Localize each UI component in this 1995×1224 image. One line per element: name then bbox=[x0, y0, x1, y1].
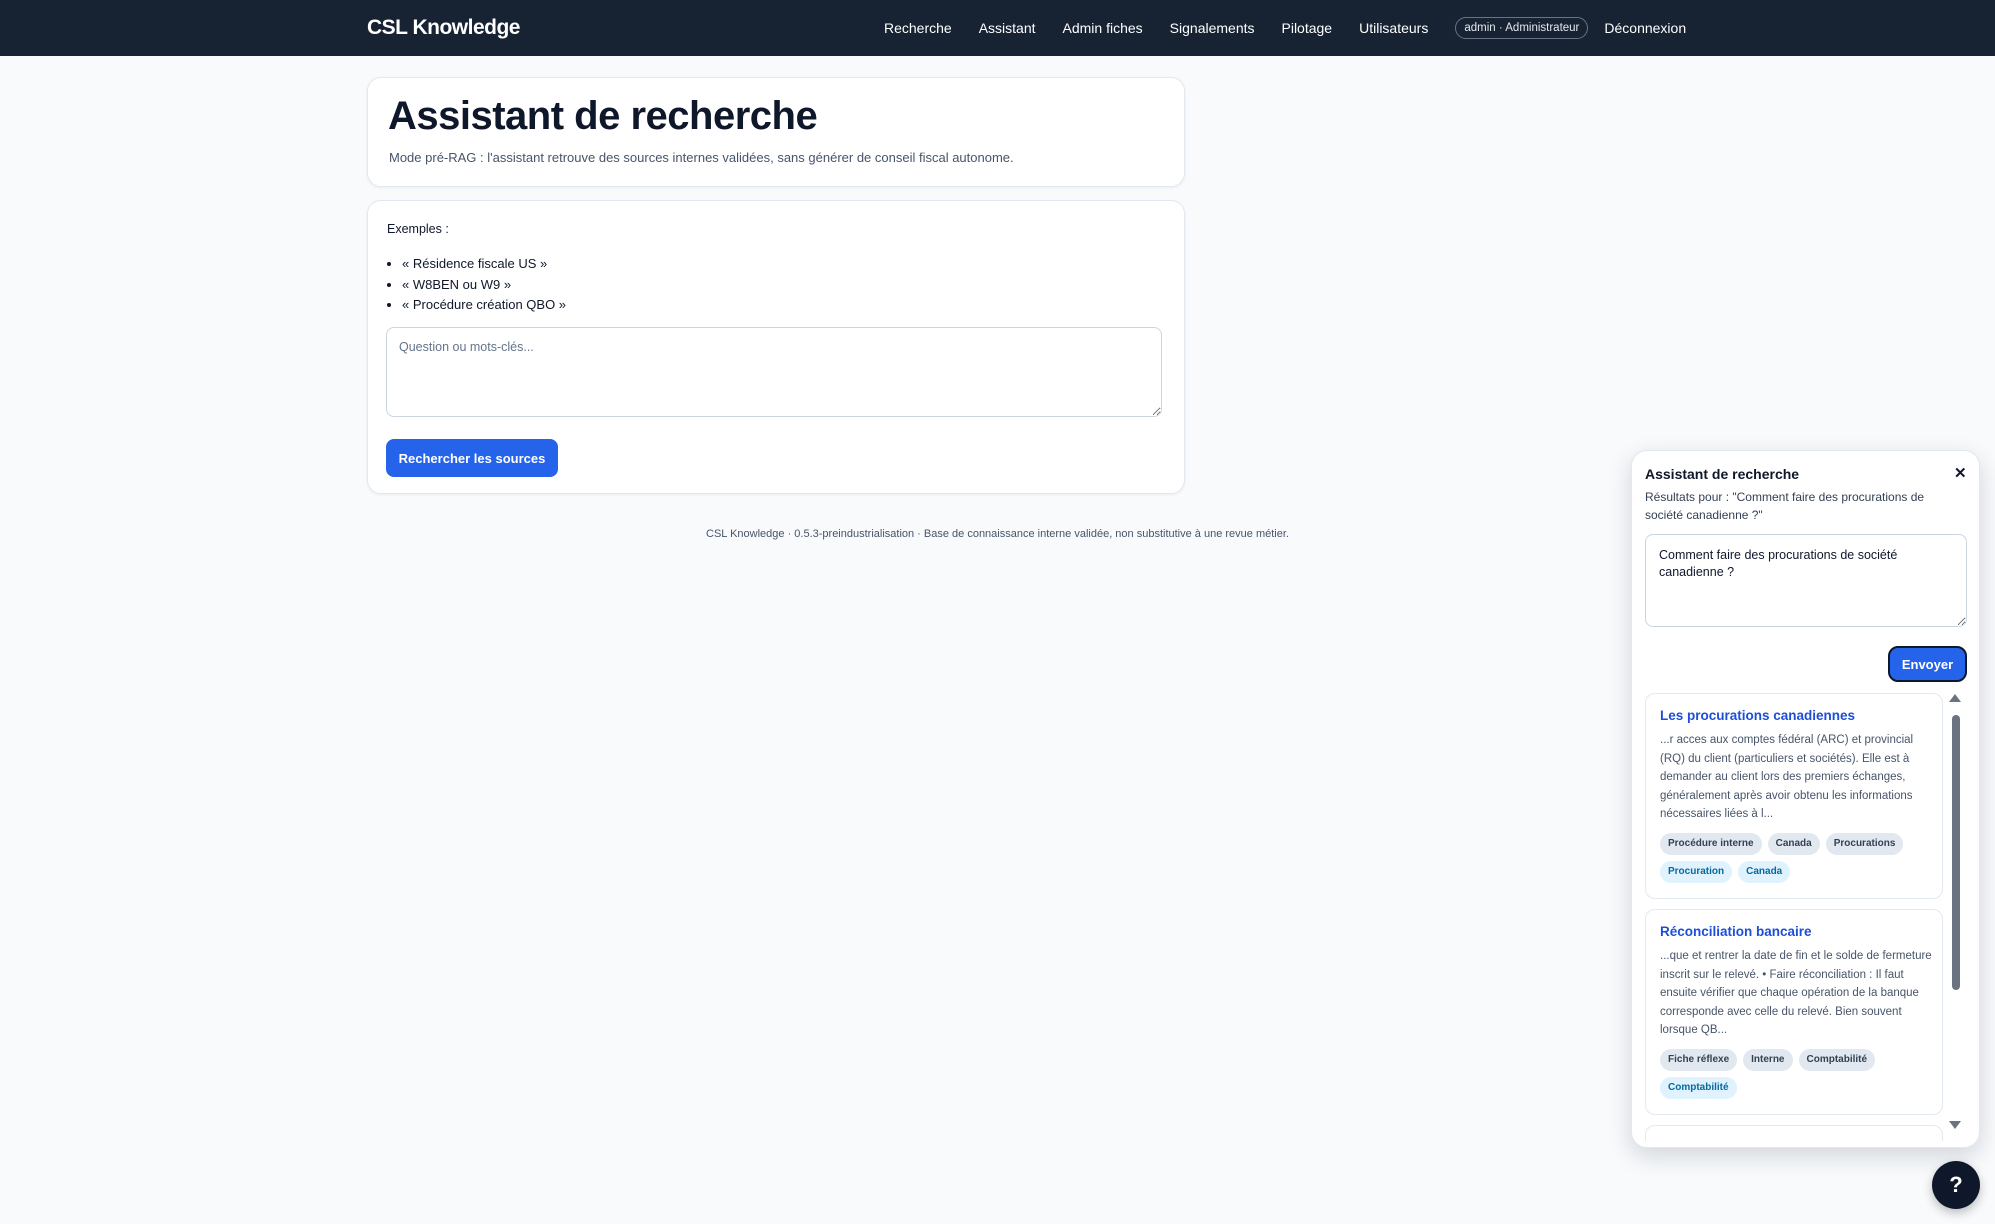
result-tags: Fiche réflexe Interne Comptabilité Compt… bbox=[1660, 1049, 1936, 1099]
result-tags: Procédure interne Canada Procurations Pr… bbox=[1660, 833, 1936, 883]
widget-title: Assistant de recherche bbox=[1645, 466, 1800, 482]
widget-query-input[interactable]: Comment faire des procurations de sociét… bbox=[1645, 534, 1967, 627]
widget-results-list: Les procurations canadiennes ...r acces … bbox=[1645, 693, 1945, 1141]
examples-label: Exemples : bbox=[387, 222, 449, 236]
result-excerpt: ...r acces aux comptes fédéral (ARC) et … bbox=[1660, 734, 1914, 820]
search-form-card: Exemples : « Résidence fiscale US » « W8… bbox=[367, 200, 1185, 494]
tag-badge: Interne bbox=[1743, 1049, 1793, 1071]
tag-badge: Comptabilité bbox=[1660, 1077, 1737, 1099]
result-card[interactable]: Réconciliation bancaire ...que et rentre… bbox=[1645, 909, 1943, 1115]
query-input[interactable] bbox=[386, 327, 1162, 417]
scrollbar-thumb[interactable] bbox=[1952, 715, 1960, 990]
user-badge: admin · Administrateur bbox=[1455, 17, 1589, 39]
examples-list: « Résidence fiscale US » « W8BEN ou W9 »… bbox=[387, 254, 566, 316]
page-title: Assistant de recherche bbox=[388, 94, 818, 138]
tag-badge: Canada bbox=[1767, 833, 1820, 855]
tag-badge: Fiche réflexe bbox=[1660, 1049, 1738, 1071]
close-icon[interactable]: ✕ bbox=[1954, 464, 1967, 482]
example-item: « W8BEN ou W9 » bbox=[402, 275, 566, 296]
result-card[interactable] bbox=[1645, 1125, 1943, 1141]
result-title[interactable]: Les procurations canadiennes bbox=[1660, 708, 1855, 723]
nav-item-utilisateurs[interactable]: Utilisateurs bbox=[1359, 20, 1428, 36]
search-sources-button[interactable]: Rechercher les sources bbox=[386, 439, 558, 477]
result-title[interactable]: Réconciliation bancaire bbox=[1660, 924, 1812, 939]
page-subtitle: Mode pré-RAG : l'assistant retrouve des … bbox=[389, 150, 1014, 165]
tag-badge: Procurations bbox=[1825, 833, 1904, 855]
send-button[interactable]: Envoyer bbox=[1888, 646, 1967, 682]
scroll-up-arrow-icon[interactable] bbox=[1949, 694, 1961, 702]
assistant-widget: Assistant de recherche ✕ Résultats pour … bbox=[1631, 450, 1980, 1148]
nav-item-admin-fiches[interactable]: Admin fiches bbox=[1063, 20, 1143, 36]
logout-link[interactable]: Déconnexion bbox=[1604, 20, 1686, 36]
scroll-down-arrow-icon[interactable] bbox=[1949, 1121, 1961, 1129]
result-card[interactable]: Les procurations canadiennes ...r acces … bbox=[1645, 693, 1943, 899]
tag-badge: Procuration bbox=[1660, 861, 1733, 883]
main-nav: Recherche Assistant Admin fiches Signale… bbox=[884, 0, 1686, 56]
page-header-card: Assistant de recherche Mode pré-RAG : l'… bbox=[367, 77, 1185, 187]
nav-item-assistant[interactable]: Assistant bbox=[979, 20, 1036, 36]
example-item: « Procédure création QBO » bbox=[402, 295, 566, 316]
tag-badge: Canada bbox=[1738, 861, 1791, 883]
nav-item-recherche[interactable]: Recherche bbox=[884, 20, 952, 36]
help-button[interactable]: ? bbox=[1932, 1161, 1980, 1209]
tag-badge: Procédure interne bbox=[1660, 833, 1762, 855]
top-navbar: CSL Knowledge Recherche Assistant Admin … bbox=[0, 0, 1995, 56]
nav-item-pilotage[interactable]: Pilotage bbox=[1282, 20, 1333, 36]
result-excerpt: ...que et rentrer la date de fin et le s… bbox=[1660, 950, 1932, 1036]
tag-badge: Comptabilité bbox=[1798, 1049, 1876, 1071]
example-item: « Résidence fiscale US » bbox=[402, 254, 566, 275]
nav-item-signalements[interactable]: Signalements bbox=[1170, 20, 1255, 36]
widget-results-for: Résultats pour : "Comment faire des proc… bbox=[1645, 490, 1925, 522]
brand-logo[interactable]: CSL Knowledge bbox=[367, 16, 520, 40]
